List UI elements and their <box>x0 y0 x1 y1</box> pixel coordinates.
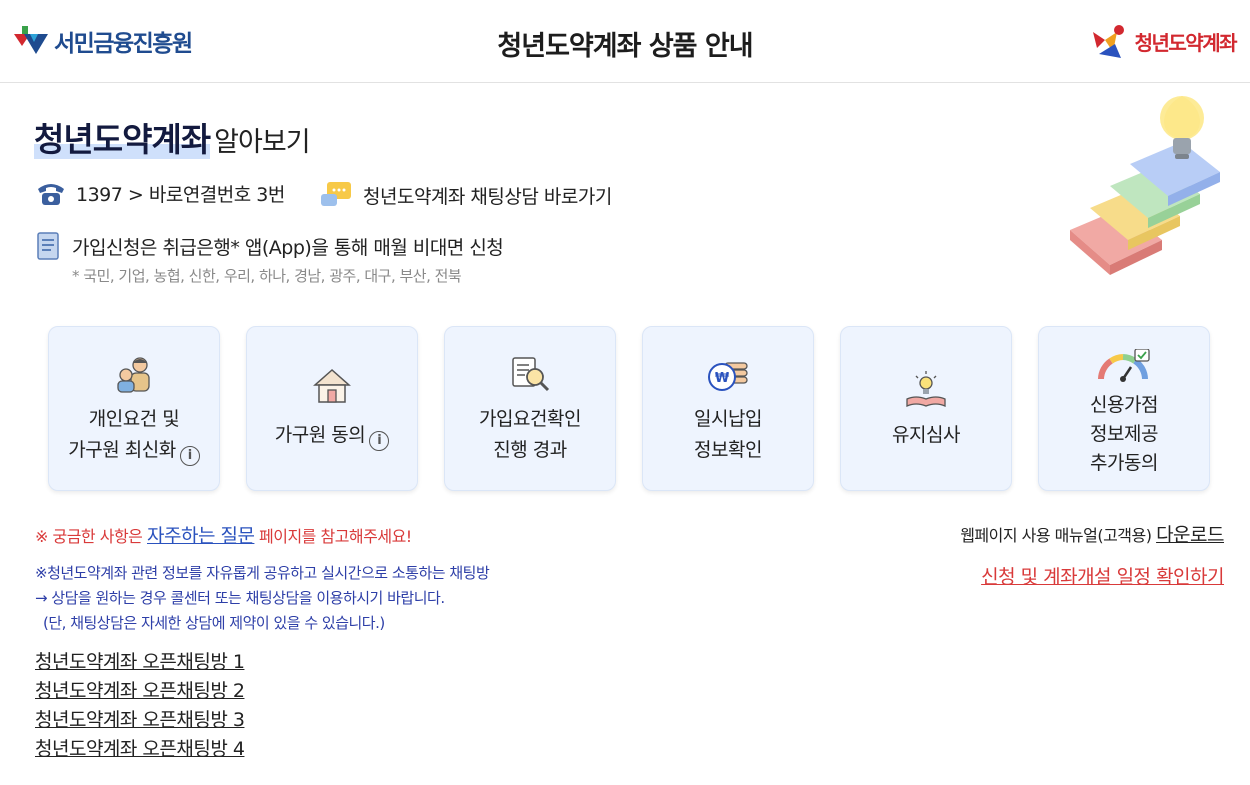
phone-text: 1397 > 바로연결번호 3번 <box>76 184 285 206</box>
schedule-link[interactable]: 신청 및 계좌개설 일정 확인하기 <box>981 562 1224 589</box>
card-label-2: 가구원 동의 <box>274 424 366 446</box>
card-label-3b: 진행 경과 <box>493 439 567 461</box>
card-label-4: 일시납입 <box>694 408 762 430</box>
intro-heading-rest: 알아보기 <box>214 127 310 158</box>
credit-gauge-icon <box>1098 349 1150 382</box>
card-label-3: 가입요건확인 <box>479 408 581 430</box>
manual-download-link[interactable]: 다운로드 <box>1156 524 1224 546</box>
info-icon[interactable]: i <box>179 445 200 466</box>
page-title: 청년도약계좌 상품 안내 <box>497 31 753 62</box>
chat-consult-link[interactable]: 청년도약계좌 채팅상담 바로가기 <box>321 180 612 210</box>
open-chat-links: 청년도약계좌 오픈채팅방 1 청년도약계좌 오픈채팅방 2 청년도약계좌 오픈채… <box>35 648 245 764</box>
faq-notice: ※ 궁금한 사항은 자주하는 질문 페이지를 참고해주세요! <box>35 521 412 548</box>
card-label-5: 유지심사 <box>892 424 960 446</box>
youth-person-icon <box>1092 25 1124 58</box>
card-label-4b: 정보확인 <box>694 439 762 461</box>
apply-row: 가입신청은 취급은행* 앱(App)을 통해 매월 비대면 신청 <box>36 231 504 261</box>
banks-note: * 국민, 기업, 농협, 신한, 우리, 하나, 경남, 광주, 대구, 부산… <box>72 267 462 285</box>
chat-note-1: ※청년도약계좌 관련 정보를 자유롭게 공유하고 실시간으로 소통하는 채팅방 <box>35 564 490 582</box>
intro-heading-highlight: 청년도약계좌 <box>34 120 211 159</box>
faq-link[interactable]: 자주하는 질문 <box>147 525 255 547</box>
card-lump-sum-info[interactable]: ₩ 일시납입 정보확인 <box>642 326 814 491</box>
info-icon[interactable]: i <box>369 430 390 451</box>
intro-heading: 청년도약계좌 알아보기 <box>34 113 311 161</box>
card-label-1: 개인요건 및 <box>88 408 180 430</box>
document-icon <box>37 232 59 260</box>
manual-prefix: 웹페이지 사용 매뉴얼(고객용) <box>960 526 1152 545</box>
phone-icon <box>38 183 64 205</box>
header: 서민금융진흥원 청년도약계좌 상품 안내 청년도약계좌 <box>0 0 1250 83</box>
phone-row: 1397 > 바로연결번호 3번 <box>36 180 285 207</box>
card-eligibility-progress[interactable]: 가입요건확인 진행 경과 <box>444 326 616 491</box>
chat-consult-text: 청년도약계좌 채팅상담 바로가기 <box>363 185 612 208</box>
card-personal-household-update[interactable]: 개인요건 및 가구원 최신화 i <box>48 326 220 491</box>
apply-text: 가입신청은 취급은행* 앱(App)을 통해 매월 비대면 신청 <box>72 236 504 259</box>
open-chat-link-1[interactable]: 청년도약계좌 오픈채팅방 1 <box>35 648 245 677</box>
chat-note-2: → 상담을 원하는 경우 콜센터 또는 채팅상담을 이용하시기 바랍니다. <box>35 589 445 607</box>
house-icon <box>313 368 351 403</box>
steps-lightbulb-illustration <box>1070 96 1220 275</box>
won-coins-icon: ₩ <box>708 362 748 391</box>
youth-account-logo[interactable]: 청년도약계좌 <box>1091 20 1238 62</box>
open-chat-link-4[interactable]: 청년도약계좌 오픈채팅방 4 <box>35 735 245 764</box>
open-chat-link-3[interactable]: 청년도약계좌 오픈채팅방 3 <box>35 706 245 735</box>
document-search-icon <box>512 357 550 392</box>
card-label-6b: 정보제공 <box>1090 423 1158 445</box>
family-icon <box>117 357 150 393</box>
card-label-6c: 추가동의 <box>1090 452 1158 474</box>
card-label-1b: 가구원 최신화 <box>68 439 176 461</box>
svg-text:₩: ₩ <box>715 371 730 386</box>
card-maintenance-review[interactable]: 유지심사 <box>840 326 1012 491</box>
chat-note-3: (단, 채팅상담은 자세한 상담에 제약이 있을 수 있습니다.) <box>43 614 385 632</box>
faq-prefix: ※ 궁금한 사항은 <box>35 527 143 546</box>
chat-room-notes: ※청년도약계좌 관련 정보를 자유롭게 공유하고 실시간으로 소통하는 채팅방 … <box>35 561 490 636</box>
manual-download: 웹페이지 사용 매뉴얼(고객용) 다운로드 <box>960 520 1224 547</box>
faq-suffix: 페이지를 참고해주세요! <box>259 527 412 546</box>
book-lightbulb-icon <box>906 371 946 407</box>
card-credit-score-consent[interactable]: 신용가점 정보제공 추가동의 <box>1038 326 1210 491</box>
chat-bubble-icon <box>321 182 351 206</box>
open-chat-link-2[interactable]: 청년도약계좌 오픈채팅방 2 <box>35 677 245 706</box>
card-household-consent[interactable]: 가구원 동의 i <box>246 326 418 491</box>
youth-logo-text: 청년도약계좌 <box>1134 30 1238 55</box>
card-label-6: 신용가점 <box>1090 394 1158 416</box>
